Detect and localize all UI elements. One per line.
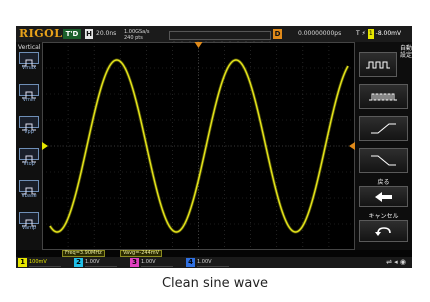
average-readout: Vavg=-244mV: [120, 250, 163, 257]
measure-label: Vamp: [21, 225, 37, 231]
channel-3-badge[interactable]: 3: [130, 258, 139, 267]
memory-depth-bar: [169, 31, 271, 46]
menu-title: Vertical: [18, 44, 41, 51]
trigger-info: T ⚡ 1 -8.00mV: [356, 29, 401, 39]
trigger-channel-chip: 1: [367, 29, 374, 39]
channel-4-scale: 1.00V: [197, 259, 229, 267]
vmax-measure-icon: [19, 52, 39, 67]
vbase-measure-icon: [19, 180, 39, 195]
multi-cycle-button[interactable]: [359, 52, 397, 77]
brand-logo: RIGOL: [19, 27, 63, 40]
measure-vmax-button[interactable]: Vmax: [19, 52, 39, 71]
trigger-edge-icon: ⚡: [361, 30, 366, 37]
channel-bar: 1 100mV 2 1.00V 3 1.00V 4 1.00V ⇌ ◂ ◉: [16, 257, 412, 268]
channel-4-badge[interactable]: 4: [186, 258, 195, 267]
measure-vamp-button[interactable]: Vamp: [19, 212, 39, 231]
channel-2-scale: 1.00V: [85, 259, 117, 267]
trigger-t-icon: T: [356, 30, 360, 37]
frequency-readout: Freq=3.90MHz: [62, 250, 105, 257]
usb-sound-status: ⇌ ◂ ◉: [386, 258, 406, 266]
channel-1-offset-marker: [42, 142, 48, 150]
channel-3-scale: 1.00V: [141, 259, 173, 267]
vmin-measure-icon: [19, 84, 39, 99]
delay-badge: D: [273, 29, 282, 39]
back-button[interactable]: [359, 186, 408, 207]
auto-setup-menu: 自動設定 戻る キャンセル: [355, 42, 412, 250]
waveform-graticule: [42, 42, 355, 250]
horizontal-badge: H: [85, 29, 93, 39]
measure-vbase-button[interactable]: Vbase: [19, 180, 39, 199]
measurement-readouts: Freq=3.90MHz Vavg=-244mV: [42, 250, 192, 257]
vtop-measure-icon: [19, 148, 39, 163]
falling-edge-button[interactable]: [359, 148, 408, 173]
channel-1-scale: 100mV: [29, 259, 61, 267]
trigger-position-marker: [194, 42, 203, 48]
measure-label: Vmax: [21, 65, 37, 71]
undo-button[interactable]: [359, 220, 408, 242]
channel-1-badge[interactable]: 1: [18, 258, 27, 267]
waveform-display[interactable]: [42, 42, 355, 250]
cancel-label: キャンセル: [368, 213, 399, 220]
trigger-level-value: -8.00mV: [375, 30, 402, 37]
rising-edge-button[interactable]: [359, 116, 408, 141]
undo-icon: [375, 227, 391, 236]
multi-cycle-icon: [366, 61, 390, 69]
single-cycle-icon: [369, 93, 397, 101]
vertical-measure-menu: Vertical Vmax Vmin Vpp Vtop Vbase Vamp: [16, 42, 42, 250]
channel-2-badge[interactable]: 2: [74, 258, 83, 267]
back-arrow-icon: [375, 192, 392, 202]
oscilloscope-screen: RIGOL T'D H 20.0ns 1.00GSa/s 240 pts D 0…: [16, 26, 412, 268]
memory-depth: 240 pts: [124, 35, 143, 41]
rising-edge-icon: [371, 123, 396, 134]
trigger-state-badge: T'D: [63, 29, 81, 39]
back-label: 戻る: [377, 179, 390, 186]
vamp-measure-icon: [19, 212, 39, 227]
measure-vtop-button[interactable]: Vtop: [19, 148, 39, 167]
image-caption: Clean sine wave: [161, 276, 269, 291]
single-cycle-button[interactable]: [359, 84, 408, 109]
measure-vpp-button[interactable]: Vpp: [19, 116, 39, 135]
vpp-measure-icon: [19, 116, 39, 131]
falling-edge-icon: [371, 155, 396, 166]
timebase-value: 20.0ns: [96, 30, 117, 37]
measure-vmin-button[interactable]: Vmin: [19, 84, 39, 103]
measure-label: Vbase: [21, 193, 37, 199]
status-top-bar: RIGOL T'D H 20.0ns 1.00GSa/s 240 pts D 0…: [16, 26, 412, 46]
auto-setup-title: 自動設定: [400, 45, 412, 59]
delay-value: 0.00000000ps: [298, 30, 342, 37]
